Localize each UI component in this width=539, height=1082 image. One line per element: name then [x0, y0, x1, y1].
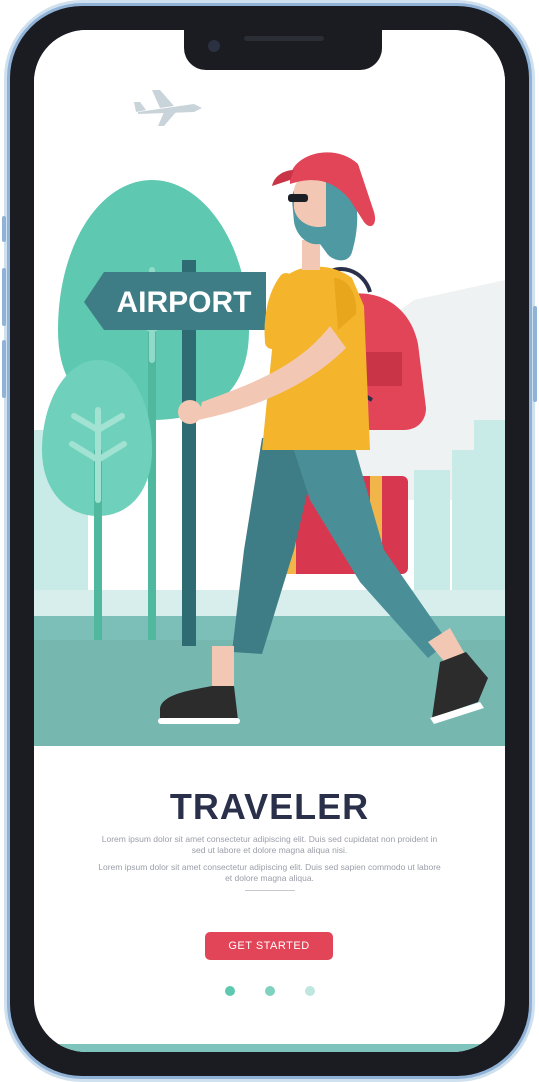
- pagination-dots: [34, 986, 505, 996]
- bottom-accent-bar: [34, 1044, 505, 1052]
- traveler-illustration: AIRPORT: [34, 30, 505, 746]
- onboarding-description: Lorem ipsum dolor sit amet consectetur a…: [94, 834, 445, 891]
- side-button-right: [533, 306, 537, 402]
- side-button-left-1: [2, 216, 6, 242]
- pagination-dot[interactable]: [224, 986, 235, 996]
- camera-icon: [208, 40, 220, 52]
- description-paragraph-1: Lorem ipsum dolor sit amet consectetur a…: [101, 834, 438, 855]
- app-screen: AIRPORT TRAVELER Lorem ipsum dolor sit a…: [34, 30, 505, 1052]
- earpiece-speaker: [244, 36, 324, 41]
- pagination-dot[interactable]: [304, 986, 315, 996]
- phone-frame: AIRPORT TRAVELER Lorem ipsum dolor sit a…: [2, 6, 537, 1076]
- camera-notch: [184, 30, 382, 70]
- onboarding-title: TRAVELER: [169, 786, 370, 827]
- side-button-left-2: [2, 268, 6, 326]
- description-divider: [244, 890, 295, 891]
- description-paragraph-2: Lorem ipsum dolor sit amet consectetur a…: [98, 862, 441, 883]
- airport-sign-text: AIRPORT: [117, 286, 252, 319]
- side-button-left-3: [2, 340, 6, 398]
- pagination-dot[interactable]: [264, 986, 275, 996]
- get-started-button[interactable]: GET STARTED: [205, 932, 333, 960]
